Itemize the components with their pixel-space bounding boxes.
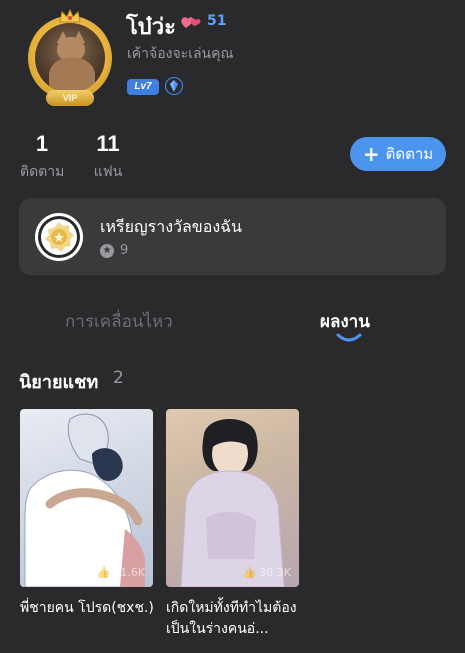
medal-count: 9 <box>120 243 129 258</box>
medal-count-row: ★ 9 <box>100 243 128 258</box>
follow-button[interactable]: + ติดตาม <box>350 137 446 171</box>
work-card[interactable]: 👍 11.6K พี่ชายคน โปรด(ชxช.) <box>20 409 156 619</box>
medal-icon <box>35 213 83 261</box>
level-badge: Lv7 <box>127 79 159 95</box>
views-count: 👍 11.6K <box>96 566 145 579</box>
star-icon: ★ <box>100 243 114 258</box>
work-cover[interactable]: 👍 30.3K <box>166 409 299 587</box>
section-count: 2 <box>113 368 124 388</box>
medal-title: เหรียญรางวัลของฉัน <box>100 217 242 236</box>
hearts-icon <box>181 17 201 28</box>
work-title[interactable]: พี่ชายคน โปรด(ชxช.) <box>20 598 156 619</box>
medal-card[interactable]: เหรียญรางวัลของฉัน ★ 9 <box>19 198 446 275</box>
avatar[interactable]: VIP <box>22 8 118 106</box>
like-icon: 👍 <box>96 566 111 579</box>
shield-badge-icon <box>165 77 183 95</box>
avatar-image <box>35 23 105 93</box>
cover-illustration <box>24 413 145 587</box>
username: โบ๋ว่ะ <box>126 15 176 40</box>
tab-activity[interactable]: การเคลื่อนไหว <box>65 308 173 335</box>
following-count: 1 <box>35 131 49 156</box>
cover-photo <box>180 419 285 587</box>
active-tab-indicator <box>336 333 362 342</box>
views-count: 👍 30.3K <box>242 566 291 579</box>
vip-badge: VIP <box>46 90 94 106</box>
bio: เค้าจ้องจะเล่นคุณ <box>127 46 234 62</box>
fans-stat[interactable]: 11 แฟน <box>92 131 124 183</box>
tab-works[interactable]: ผลงาน <box>320 308 370 335</box>
work-card[interactable]: 👍 30.3K เกิดใหม่ทั้งทีทำไมต้องเป็นในร่างค… <box>166 409 299 640</box>
crown-icon <box>59 8 81 23</box>
section-title: นิยายแชท <box>19 372 99 393</box>
plus-icon: + <box>362 142 380 166</box>
following-label: ติดตาม <box>20 164 65 180</box>
fans-count: 11 <box>96 131 120 156</box>
fans-label: แฟน <box>93 164 123 180</box>
following-stat[interactable]: 1 ติดตาม <box>20 131 64 183</box>
follow-button-label: ติดตาม <box>385 145 434 163</box>
profile-header: VIP โบ๋ว่ะ 51 เค้าจ้องจะเล่นคุณ Lv7 <box>0 0 465 110</box>
work-title[interactable]: เกิดใหม่ทั้งทีทำไมต้องเป็นในร่างคนอ่... <box>166 598 302 640</box>
like-icon: 👍 <box>242 566 257 579</box>
work-cover[interactable]: 👍 11.6K <box>20 409 153 587</box>
heart-count: 51 <box>207 13 227 29</box>
